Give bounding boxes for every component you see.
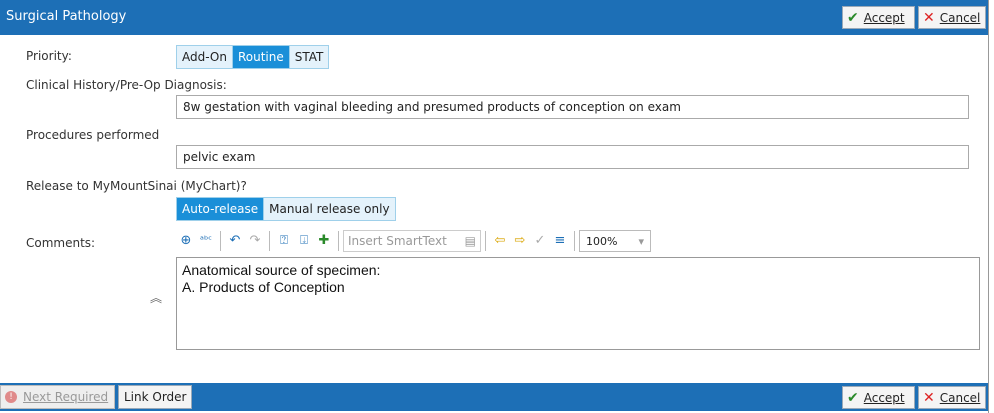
release-selector: Auto-release Manual release only <box>176 197 396 221</box>
accept-label: Accept <box>863 10 905 25</box>
comments-editor[interactable]: Anatomical source of specimen: A. Produc… <box>176 257 980 350</box>
clinical-history-field[interactable]: 8w gestation with vaginal bleeding and p… <box>176 95 969 119</box>
release-label: Release to MyMountSinai (MyChart)? <box>26 179 247 193</box>
add-icon[interactable]: ✚ <box>314 230 334 252</box>
cancel-label: Cancel <box>939 10 981 25</box>
toolbar-divider <box>574 231 575 251</box>
comments-label: Comments: <box>26 236 96 250</box>
window-title: Surgical Pathology <box>6 9 127 24</box>
footer-cancel-button[interactable]: ✕ Cancel <box>918 386 986 409</box>
link-order-label: Link Order <box>124 390 187 404</box>
toolbar-divider <box>338 231 339 251</box>
alert-icon: ! <box>5 391 17 403</box>
close-icon: ✕ <box>923 389 935 406</box>
procedures-label: Procedures performed <box>26 128 160 142</box>
checkmark-icon: ✔ <box>847 389 859 406</box>
spellcheck-icon[interactable]: ᵃᵇᶜ <box>196 230 216 252</box>
arrow-right-icon[interactable]: ⇨ <box>510 230 530 252</box>
smarttext-list-icon: ▤ <box>464 234 476 248</box>
toolbar-divider <box>485 231 486 251</box>
cancel-label: Cancel <box>939 390 981 405</box>
comments-toolbar: ⊕ ᵃᵇᶜ ↶ ↷ ⍰ ⍗ ✚ Insert SmartText ▤ ⇦ ⇨ ✓… <box>176 230 651 252</box>
undo-icon[interactable]: ↶ <box>225 230 245 252</box>
footer-accept-button[interactable]: ✔ Accept <box>842 386 915 409</box>
window-edge <box>988 0 994 413</box>
priority-selector: Add-On Routine STAT <box>176 45 330 69</box>
zoom-value: 100% <box>586 235 618 248</box>
toolbar-divider <box>220 231 221 251</box>
title-bar <box>0 0 988 35</box>
priority-option-stat[interactable]: STAT <box>289 46 329 68</box>
priority-option-routine[interactable]: Routine <box>232 46 290 68</box>
procedures-field[interactable]: pelvic exam <box>176 145 969 169</box>
accept-button[interactable]: ✔ Accept <box>842 6 915 29</box>
comment-line: Anatomical source of specimen: <box>182 262 381 278</box>
next-smartlist-icon[interactable]: ⍗ <box>294 230 314 252</box>
checkmark-icon: ✔ <box>847 9 859 26</box>
next-required-button[interactable]: ! Next Required <box>0 385 115 409</box>
smartlist-icon[interactable]: ⍰ <box>274 230 294 252</box>
check-off-icon[interactable]: ✓ <box>530 230 550 252</box>
comment-line: A. Products of Conception <box>182 279 345 295</box>
zoom-select[interactable]: 100% ▾ <box>579 230 651 252</box>
next-required-label: Next Required <box>23 390 109 404</box>
priority-option-add-on[interactable]: Add-On <box>177 46 233 68</box>
link-order-button[interactable]: Link Order <box>118 385 192 409</box>
toolbar-divider <box>269 231 270 251</box>
accept-label: Accept <box>863 390 905 405</box>
redo-icon[interactable]: ↷ <box>245 230 265 252</box>
collapse-icon[interactable]: ︽ <box>150 289 162 306</box>
smarttext-placeholder: Insert SmartText <box>348 234 447 248</box>
chevron-down-icon: ▾ <box>638 235 644 248</box>
close-icon: ✕ <box>923 9 935 26</box>
clinical-history-label: Clinical History/Pre-Op Diagnosis: <box>26 78 227 92</box>
cancel-button[interactable]: ✕ Cancel <box>918 6 986 29</box>
release-option-auto[interactable]: Auto-release <box>177 198 265 220</box>
priority-label: Priority: <box>26 49 72 63</box>
insert-list-icon[interactable]: ≡ <box>550 230 570 252</box>
arrow-left-icon[interactable]: ⇦ <box>490 230 510 252</box>
insert-smarttext-field[interactable]: Insert SmartText ▤ <box>343 230 481 252</box>
zoom-in-icon[interactable]: ⊕ <box>176 230 196 252</box>
release-option-manual[interactable]: Manual release only <box>264 198 395 220</box>
